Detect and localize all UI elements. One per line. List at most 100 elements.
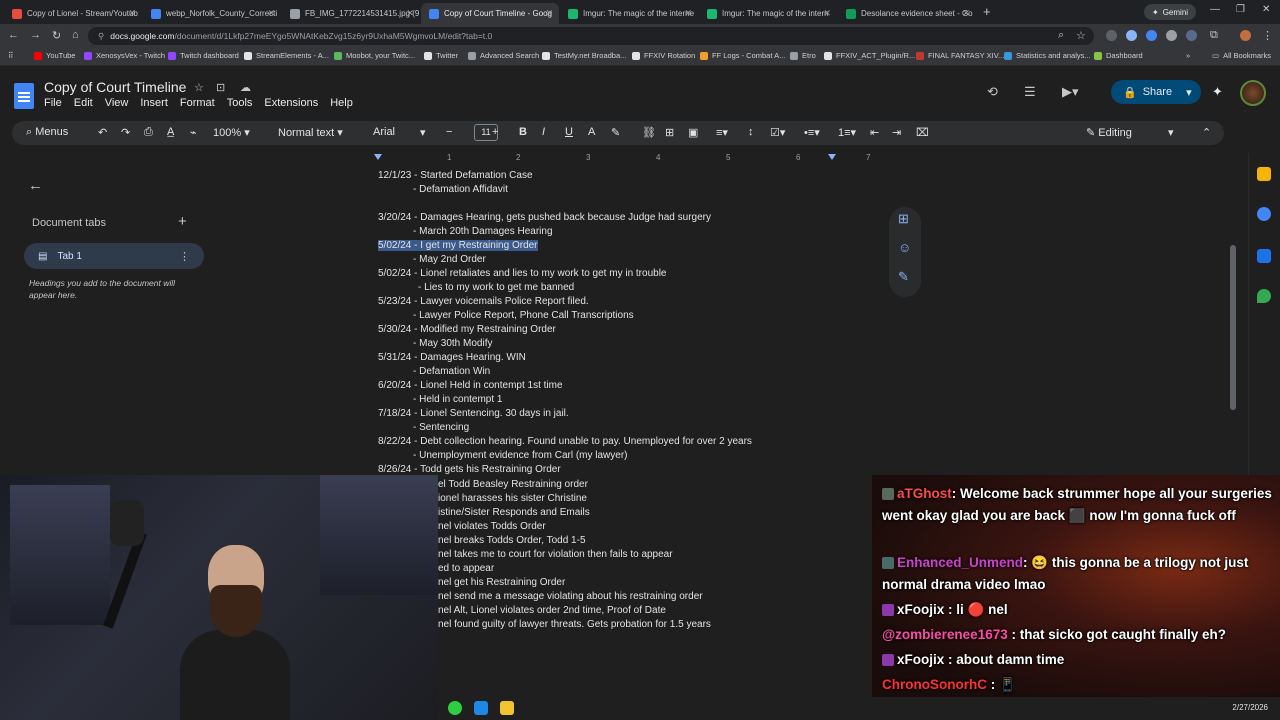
text-color-icon[interactable]: A bbox=[588, 126, 595, 138]
doc-line[interactable]: nel get his Restraining Order bbox=[438, 577, 565, 588]
doc-line[interactable]: 6/20/24 - Lionel Held in contempt 1st ti… bbox=[378, 380, 563, 391]
browser-tab-3[interactable]: FB_IMG_1772214531415.jpg (9 ✕ bbox=[282, 3, 420, 24]
bulleted-list-icon[interactable]: •≡▾ bbox=[804, 126, 820, 139]
doc-line[interactable]: - Lawyer Police Report, Phone Call Trans… bbox=[413, 310, 634, 321]
browser-tab-2[interactable]: webp_Norfolk_County_Correcti ✕ bbox=[143, 3, 281, 24]
paint-format-icon[interactable]: ⌁ bbox=[190, 126, 197, 139]
left-indent-marker[interactable] bbox=[374, 154, 382, 160]
doc-line[interactable]: - Defamation Affidavit bbox=[413, 184, 508, 195]
close-icon[interactable]: ✕ bbox=[128, 8, 136, 19]
editing-mode-select[interactable]: ✎ Editing bbox=[1086, 126, 1132, 139]
italic-icon[interactable]: I bbox=[542, 126, 545, 138]
bookmark-streamelements[interactable]: StreamElements - A... bbox=[244, 51, 329, 60]
underline-icon[interactable]: U bbox=[565, 126, 573, 138]
chevron-down-icon[interactable]: ▾ bbox=[1186, 86, 1192, 99]
doc-line[interactable]: 8/22/24 - Debt collection hearing. Found… bbox=[378, 436, 752, 447]
checklist-icon[interactable]: ☑▾ bbox=[770, 126, 785, 139]
line-spacing-icon[interactable]: ↕ bbox=[748, 126, 754, 138]
doc-line[interactable]: 5/31/24 - Damages Hearing. WIN bbox=[378, 352, 526, 363]
doc-line[interactable]: nel send me a message violating about hi… bbox=[438, 591, 703, 602]
link-icon[interactable]: ⛓ bbox=[642, 126, 656, 139]
zoom-select[interactable]: 100% ▾ bbox=[213, 126, 250, 139]
doc-line[interactable]: nel breaks Todds Order, Todd 1-5 bbox=[438, 535, 586, 546]
spellcheck-icon[interactable]: A̲ bbox=[167, 126, 174, 138]
decrease-font-icon[interactable]: − bbox=[446, 126, 452, 138]
extensions-puzzle-icon[interactable]: ⧉ bbox=[1210, 29, 1218, 42]
doc-line[interactable]: istine/Sister Responds and Emails bbox=[438, 507, 590, 518]
doc-line[interactable]: 12/1/23 - Started Defamation Case bbox=[378, 170, 533, 181]
doc-line[interactable]: 8/26/24 - Todd gets his Restraining Orde… bbox=[378, 464, 561, 475]
all-bookmarks[interactable]: ▭ All Bookmarks bbox=[1212, 51, 1271, 60]
document-title[interactable]: Copy of Court Timeline bbox=[44, 79, 186, 95]
doc-line[interactable]: 5/23/24 - Lawyer voicemails Police Repor… bbox=[378, 296, 589, 307]
minimize-icon[interactable]: — bbox=[1210, 4, 1220, 15]
bookmark-ffxiv-rotation[interactable]: FFXIV Rotation bbox=[632, 51, 695, 60]
browser-tab-4-active[interactable]: Copy of Court Timeline - Goog ✕ bbox=[421, 3, 559, 24]
keep-icon[interactable] bbox=[1257, 167, 1271, 181]
clear-formatting-icon[interactable]: ⌧ bbox=[916, 126, 929, 139]
doc-line[interactable]: el Todd Beasley Restraining order bbox=[438, 479, 588, 490]
close-icon[interactable]: ✕ bbox=[823, 8, 831, 19]
doc-line-selected[interactable]: 5/02/24 - I get my Restraining Order bbox=[378, 240, 538, 251]
share-button[interactable]: 🔒 Share ▾ bbox=[1111, 80, 1201, 104]
bold-icon[interactable]: B bbox=[519, 126, 527, 138]
highlight-icon[interactable]: ✎ bbox=[611, 126, 620, 139]
doc-line[interactable]: 5/30/24 - Modified my Restraining Order bbox=[378, 324, 556, 335]
close-icon[interactable]: ✕ bbox=[962, 8, 970, 19]
decrease-indent-icon[interactable]: ⇤ bbox=[870, 126, 879, 139]
bookmark-statistics[interactable]: Statistics and analys... bbox=[1004, 51, 1091, 60]
file-explorer-icon[interactable] bbox=[500, 701, 514, 715]
site-info-icon[interactable]: ⚲ bbox=[98, 31, 104, 42]
doc-line[interactable]: - Held in contempt 1 bbox=[413, 394, 503, 405]
gemini-button[interactable]: ✦ Gemini bbox=[1144, 4, 1197, 20]
browser-tab-6[interactable]: Imgur: The magic of the intern ✕ bbox=[699, 3, 837, 24]
more-bookmarks-icon[interactable]: » bbox=[1186, 51, 1190, 60]
doc-line[interactable]: - Sentencing bbox=[413, 422, 469, 433]
menu-view[interactable]: View bbox=[105, 97, 129, 109]
doc-line[interactable]: - Lies to my work to get me banned bbox=[418, 282, 574, 293]
close-window-icon[interactable]: ✕ bbox=[1262, 4, 1270, 15]
history-icon[interactable]: ⟲ bbox=[987, 84, 998, 100]
redo-icon[interactable]: ↷ bbox=[121, 126, 130, 139]
menu-file[interactable]: File bbox=[44, 97, 62, 109]
home-icon[interactable]: ⌂ bbox=[72, 29, 79, 41]
move-folder-icon[interactable]: ⊡ bbox=[216, 81, 225, 94]
bookmark-testmy[interactable]: TestMy.net Broadba... bbox=[542, 51, 626, 60]
style-select[interactable]: Normal text ▾ bbox=[278, 126, 343, 139]
app-icon[interactable] bbox=[474, 701, 488, 715]
bookmark-star-icon[interactable]: ☆ bbox=[1076, 29, 1086, 42]
extension-icon[interactable] bbox=[1126, 30, 1137, 41]
extension-icon[interactable] bbox=[1106, 30, 1117, 41]
contacts-icon[interactable] bbox=[1257, 249, 1271, 263]
doc-line[interactable]: nel found guilty of lawyer threats. Gets… bbox=[438, 619, 711, 630]
gemini-spark-icon[interactable]: ✦ bbox=[1212, 84, 1223, 100]
cloud-saved-icon[interactable]: ☁ bbox=[240, 81, 251, 94]
account-avatar[interactable] bbox=[1240, 80, 1266, 106]
font-select[interactable]: Arial bbox=[373, 126, 395, 138]
document-tab-1[interactable]: ▤ Tab 1 ⋮ bbox=[24, 243, 204, 269]
forward-icon[interactable]: → bbox=[30, 29, 41, 41]
emoji-reaction-icon[interactable]: ☺ bbox=[898, 240, 911, 255]
increase-font-icon[interactable]: + bbox=[492, 126, 498, 138]
align-icon[interactable]: ≡▾ bbox=[716, 126, 728, 139]
add-comment-icon[interactable]: ⊞ bbox=[898, 211, 909, 227]
more-icon[interactable]: ⋮ bbox=[1262, 29, 1273, 42]
close-icon[interactable]: ✕ bbox=[267, 8, 275, 19]
close-icon[interactable]: ✕ bbox=[545, 8, 553, 19]
suggest-edits-icon[interactable]: ✎ bbox=[898, 269, 909, 285]
menu-extensions[interactable]: Extensions bbox=[264, 97, 318, 109]
browser-tab-1[interactable]: Copy of Lionel - Stream/Youtub ✕ bbox=[4, 3, 142, 24]
undo-icon[interactable]: ↶ bbox=[98, 126, 107, 139]
back-icon[interactable]: ← bbox=[8, 29, 19, 41]
bookmark-twitch-dashboard[interactable]: Twitch dashboard bbox=[168, 51, 239, 60]
doc-line[interactable]: - May 2nd Order bbox=[413, 254, 486, 265]
increase-indent-icon[interactable]: ⇥ bbox=[892, 126, 901, 139]
profile-avatar[interactable] bbox=[1240, 30, 1251, 41]
tab-options-icon[interactable]: ⋮ bbox=[179, 250, 190, 263]
bookmark-ffxiv[interactable]: FINAL FANTASY XIV... bbox=[916, 51, 1004, 60]
search-menus[interactable]: ⌕ Menus bbox=[26, 126, 68, 139]
tasks-icon[interactable] bbox=[1257, 207, 1271, 221]
menu-help[interactable]: Help bbox=[330, 97, 353, 109]
numbered-list-icon[interactable]: 1≡▾ bbox=[838, 126, 856, 139]
new-tab-button[interactable]: + bbox=[983, 4, 991, 19]
